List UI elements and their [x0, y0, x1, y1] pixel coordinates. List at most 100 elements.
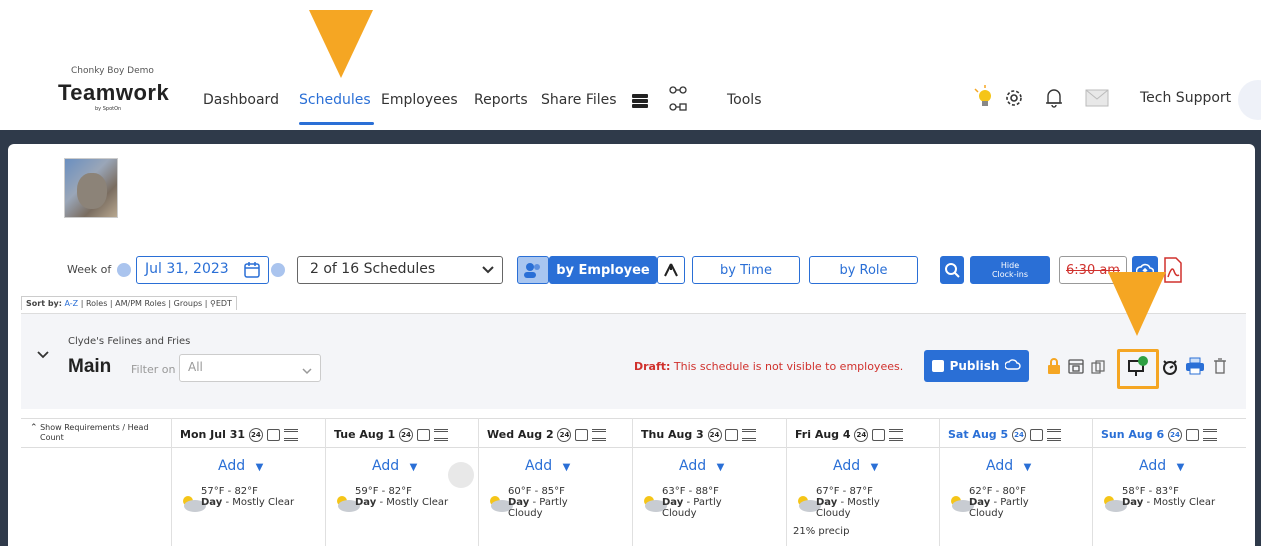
print-icon[interactable]	[1184, 356, 1206, 376]
add-shift-button[interactable]: Add ▼	[525, 458, 570, 474]
by-employee-button[interactable]: by Employee	[549, 256, 657, 284]
weather-forecast: 59°F - 82°F Day - Mostly Clear	[355, 486, 448, 508]
day-label: Thu Aug 3	[641, 428, 704, 441]
user-name[interactable]: Tech Support	[1140, 90, 1231, 106]
stack-icon[interactable]	[630, 91, 650, 111]
grid-column-divider	[786, 418, 787, 546]
nav-tools[interactable]: Tools	[727, 92, 762, 108]
nav-dashboard[interactable]: Dashboard	[203, 92, 279, 108]
teamwork-logo[interactable]: Teamwork	[58, 80, 169, 106]
condition-line1: - Partly	[532, 497, 568, 508]
schedule-select[interactable]: 2 of 16 Schedules	[297, 256, 503, 284]
publish-button[interactable]: Publish	[924, 350, 1029, 382]
hide-clockins-button[interactable]: Hide Clock-ins	[970, 256, 1050, 284]
stack-icon[interactable]	[742, 429, 757, 441]
24-hour-icon[interactable]: 24	[1011, 428, 1026, 442]
timer-icon[interactable]	[1160, 357, 1180, 377]
lock-icon[interactable]	[1046, 356, 1062, 376]
stack-icon[interactable]	[1202, 429, 1217, 441]
day-header: Sat Aug 5 24	[948, 428, 1061, 442]
condition-line2: Cloudy	[969, 508, 1004, 519]
add-shift-button[interactable]: Add ▼	[218, 458, 263, 474]
add-label: Add	[833, 458, 861, 474]
notes-icon[interactable]	[1029, 429, 1043, 441]
tree-icon[interactable]	[657, 256, 685, 284]
grid-column-divider	[632, 418, 633, 546]
gear-icon[interactable]	[1004, 88, 1024, 108]
caret-down-icon: ▼	[1023, 462, 1032, 473]
day-header: Sun Aug 6 24	[1101, 428, 1217, 442]
notes-icon[interactable]	[725, 429, 739, 441]
show-req-line2: Count	[40, 433, 64, 442]
lightbulb-icon[interactable]	[972, 84, 996, 110]
calendar-copy-icon[interactable]	[1067, 356, 1085, 376]
mail-icon[interactable]	[1084, 88, 1110, 108]
nav-schedules[interactable]: Schedules	[299, 92, 371, 108]
stack-icon[interactable]	[1046, 429, 1061, 441]
grid-column-divider	[1092, 418, 1093, 546]
notes-icon[interactable]	[1185, 429, 1199, 441]
24-hour-icon[interactable]: 24	[1167, 428, 1182, 442]
stack-icon[interactable]	[433, 429, 448, 441]
by-role-button[interactable]: by Role	[809, 256, 918, 284]
stack-icon[interactable]	[283, 429, 298, 441]
broadcast-notify-icon[interactable]	[1126, 354, 1150, 378]
add-shift-button[interactable]: Add ▼	[1139, 458, 1184, 474]
workflow-icon[interactable]	[666, 84, 690, 114]
notes-icon[interactable]	[266, 429, 280, 441]
chevrons-up-icon: ⌃	[30, 423, 38, 433]
add-shift-button[interactable]: Add ▼	[833, 458, 878, 474]
notes-icon[interactable]	[872, 429, 886, 441]
add-shift-button[interactable]: Add ▼	[986, 458, 1031, 474]
condition-line2: Cloudy	[662, 508, 697, 519]
stack-icon[interactable]	[889, 429, 904, 441]
copy-icon[interactable]	[1090, 358, 1106, 376]
zoom-icon[interactable]	[940, 256, 964, 284]
add-label: Add	[679, 458, 707, 474]
sort-az[interactable]: A-Z	[65, 299, 79, 308]
nav-employees[interactable]: Employees	[381, 92, 458, 108]
bell-icon[interactable]	[1044, 88, 1064, 108]
24-hour-icon[interactable]: 24	[854, 428, 869, 442]
24-hour-icon[interactable]: 24	[557, 428, 572, 442]
weather-forecast: 60°F - 85°F Day - Partly Cloudy	[508, 486, 568, 519]
trash-icon[interactable]	[1212, 356, 1228, 376]
24-hour-icon[interactable]: 24	[248, 428, 263, 442]
users-icon[interactable]	[517, 256, 549, 284]
add-shift-button[interactable]: Add ▼	[372, 458, 417, 474]
sort-ampm-roles[interactable]: AM/PM Roles	[115, 299, 166, 308]
add-label: Add	[986, 458, 1014, 474]
week-of-label: Week of	[67, 263, 112, 276]
show-requirements-toggle[interactable]: ⌃ Show Requirements / Head Count	[30, 423, 149, 442]
sort-roles[interactable]: Roles	[86, 299, 107, 308]
day-label: Tue Aug 1	[334, 428, 396, 441]
weather-forecast: 57°F - 82°F Day - Mostly Clear	[201, 486, 294, 508]
24-hour-icon[interactable]: 24	[398, 428, 413, 442]
nav-reports[interactable]: Reports	[474, 92, 528, 108]
notes-icon[interactable]	[575, 429, 589, 441]
filter-select[interactable]: All	[179, 354, 321, 382]
weather-forecast: 63°F - 88°F Day - Partly Cloudy	[662, 486, 722, 519]
24-hour-icon[interactable]: 24	[707, 428, 722, 442]
prev-week-button[interactable]	[117, 263, 131, 277]
by-time-button[interactable]: by Time	[692, 256, 800, 284]
grid-column-divider	[478, 418, 479, 546]
collapse-chevron-icon[interactable]	[36, 348, 50, 362]
period-label: Day	[355, 497, 377, 508]
day-label: Sun Aug 6	[1101, 428, 1165, 441]
day-header: Mon Jul 31 24	[180, 428, 298, 442]
sort-groups[interactable]: Groups	[174, 299, 203, 308]
timezone[interactable]: EDT	[216, 299, 232, 308]
sort-by-label: Sort by:	[26, 299, 62, 308]
caret-down-icon: ▼	[255, 462, 264, 473]
stack-icon[interactable]	[592, 429, 607, 441]
annotation-arrow-schedules	[309, 10, 373, 78]
add-shift-button[interactable]: Add ▼	[679, 458, 724, 474]
week-date-input[interactable]: Jul 31, 2023	[136, 256, 269, 284]
caret-down-icon: ▼	[562, 462, 571, 473]
nav-share-files[interactable]: Share Files	[541, 92, 617, 108]
notes-icon[interactable]	[416, 429, 430, 441]
next-week-button[interactable]	[271, 263, 285, 277]
publish-label: Publish	[949, 359, 1000, 373]
caret-down-icon: ▼	[1176, 462, 1185, 473]
